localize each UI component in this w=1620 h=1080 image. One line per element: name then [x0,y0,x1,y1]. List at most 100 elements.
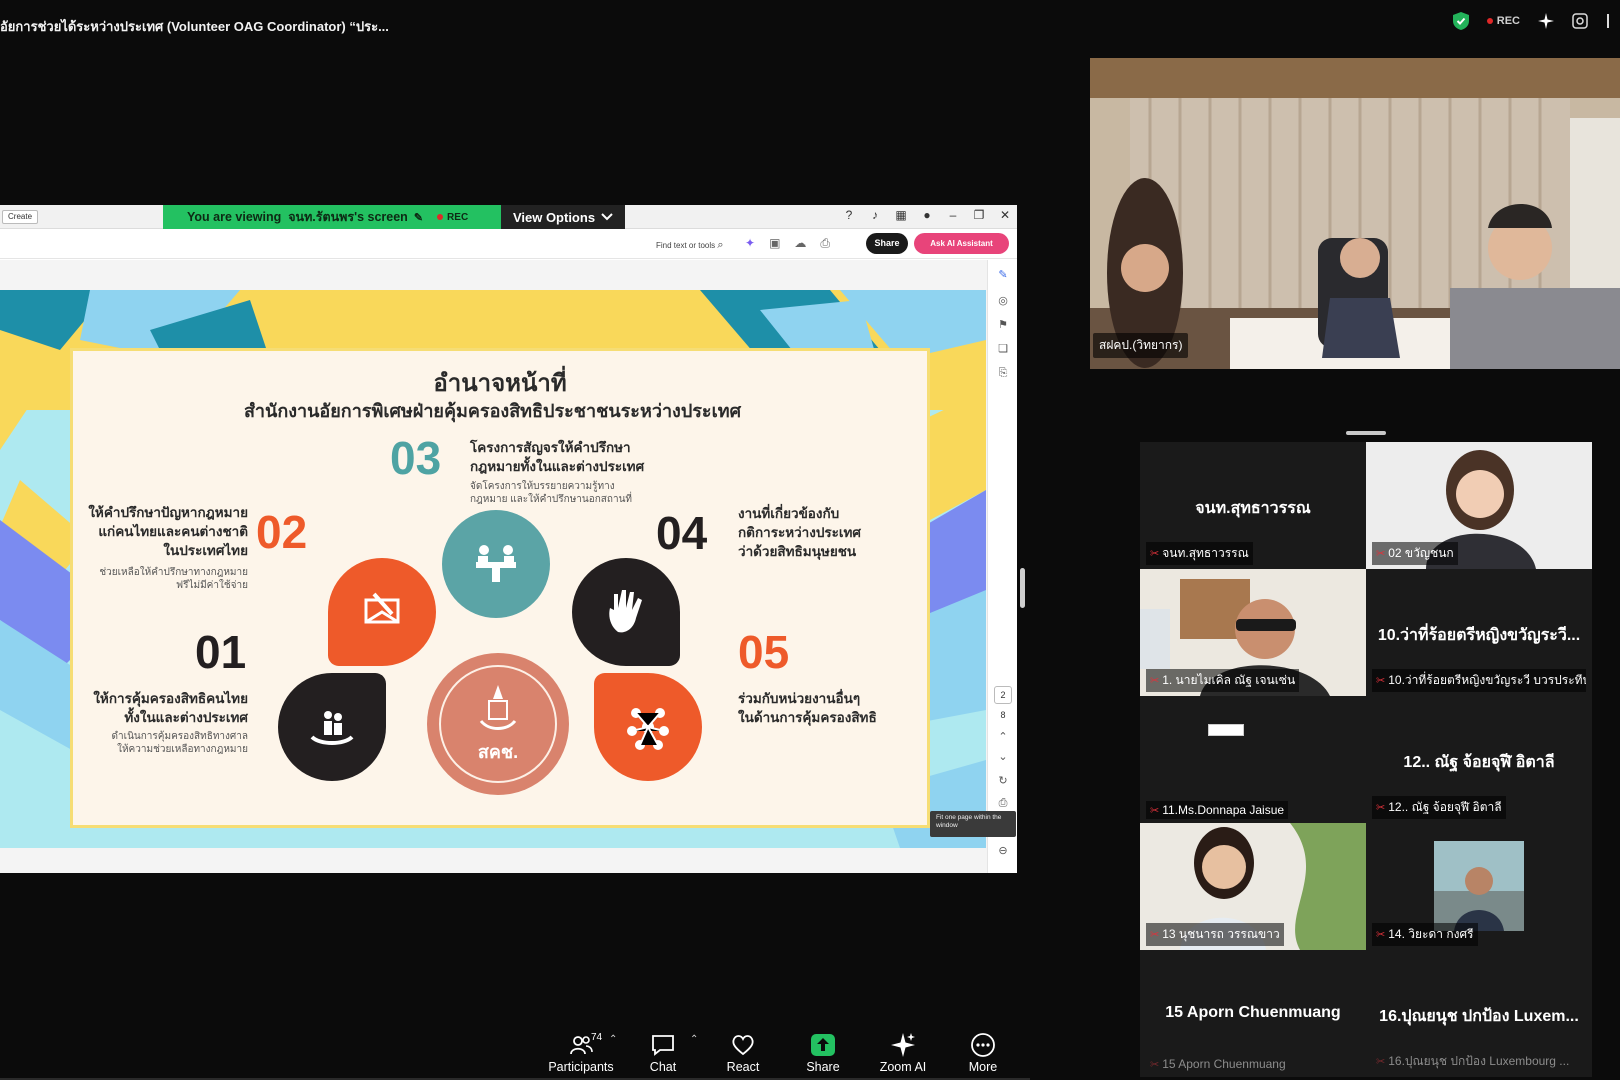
participants-button[interactable]: 74 Participants [545,1032,617,1074]
gallery-resize-handle[interactable] [1346,431,1386,435]
zoom-out-icon[interactable]: ⊖ [996,844,1010,858]
restore-icon[interactable]: ❐ [973,208,985,222]
participant-tile[interactable]: จนท.สุทธาวรรณ ✂ จนท.สุทธาวรรณ [1140,442,1366,569]
participant-display-name: 12.. ณัฐ จ้อยจุฬี อิตาลี [1403,754,1555,771]
react-label: React [726,1060,760,1074]
pdf-share-button[interactable]: Share [866,233,908,254]
zoom-ai-button[interactable]: Zoom AI [867,1032,939,1074]
encryption-shield-icon[interactable] [1452,12,1469,30]
heart-icon [732,1035,754,1056]
item-05-number: 05 [738,626,790,678]
item-01-description: ดำเนินการคุ้มครองสิทธิทางศาล ให้ความช่วย… [40,730,248,756]
meeting-controls-bar: 74 Participants ⌃ Chat ⌃ React Share Zoo… [0,1028,1030,1080]
zoom-ai-label: Zoom AI [879,1060,927,1074]
chat-caret-icon[interactable]: ⌃ [690,1034,698,1045]
mic-muted-icon: ✂ [1376,548,1386,560]
participant-tag-label: 16.ปุณยนุช ปกป้อง Luxembourg ... [1388,1054,1570,1068]
attachments-icon[interactable]: ⎘ [996,366,1010,380]
law-book-icon [328,558,436,666]
participant-tile[interactable]: ✂ 14. วิยะดา กงศรี [1366,823,1592,950]
edit-pdf-icon[interactable]: ✎ [996,268,1010,282]
participant-name-tag: ✂ จนท.สุทธาวรรณ [1146,542,1253,565]
participants-caret-icon[interactable]: ⌃ [609,1034,617,1045]
search-icon: ⌕ [717,239,724,251]
apps-icon[interactable] [1572,13,1588,29]
splitter-handle[interactable] [1020,568,1025,608]
profile-icon[interactable]: ● [921,208,933,222]
item-01-heading-line-2: ทั้งในและต่างประเทศ [124,710,248,725]
participant-tile[interactable]: 10.ว่าที่ร้อยตรีหญิงขวัญระวี... ✂ 10.ว่าท… [1366,569,1592,696]
comment-icon[interactable]: ◎ [996,294,1010,308]
participant-tile[interactable]: ✂ 13 นุชนารถ วรรณขาว [1140,823,1366,950]
current-page-input[interactable]: 2 [994,686,1012,704]
item-02-heading-line-3: ในประเทศไทย [163,543,248,558]
item-03-desc-line-2: กฎหมาย และให้คำปรึกษานอกสถานที่ [470,494,633,505]
share-screen-icon [811,1034,835,1056]
participant-name-tag: ✂ 13 นุชนารถ วรรณขาว [1146,923,1284,946]
page-up-icon[interactable]: ⌃ [996,730,1010,744]
ask-ai-assistant-button[interactable]: Ask AI Assistant [914,233,1009,254]
close-icon[interactable]: ✕ [999,208,1011,222]
shared-screen-area: Create You are viewing จนท.รัตนพร's scre… [0,48,1028,1028]
bell-icon[interactable]: ♪ [869,208,881,222]
page-down-icon[interactable]: ⌄ [996,750,1010,764]
item-03-heading-line-1: โครงการสัญจรให้คำปรึกษา [470,440,631,455]
participant-tile[interactable]: 12.. ณัฐ จ้อยจุฬี อิตาลี ✂ 12.. ณัฐ จ้อยจ… [1366,696,1592,823]
participant-tile[interactable]: ✂ 11.Ms.Donnapa Jaisue [1140,696,1366,823]
participant-tag-label: 10.ว่าที่ร้อยตรีหญิงขวัญระวี บวรประทีป..… [1388,673,1586,687]
top-right-indicators: REC [1452,12,1616,30]
participant-display-name: 16.ปุณยนุช ปกป้อง Luxem... [1379,1008,1579,1025]
rotate-icon[interactable]: ↻ [996,774,1010,788]
print-icon[interactable]: ⎙ [820,236,830,251]
fit-page-tooltip: Fit one page within the window [930,811,1016,837]
upload-icon[interactable]: ☁ [794,236,806,251]
rec-dot-icon [1486,18,1493,24]
participant-name-tag: ✂ 11.Ms.Donnapa Jaisue [1146,801,1289,819]
recording-indicator[interactable]: REC [1486,15,1520,27]
sparkle-icon[interactable] [1538,13,1554,29]
mic-muted-icon: ✂ [1150,804,1160,817]
participant-gallery: จนท.สุทธาวรรณ ✂ จนท.สุทธาวรรณ ✂ 02 ขวัญชนก… [1140,442,1593,1077]
viewing-banner: You are viewing จนท.รัตนพร's screen ✎ RE… [163,205,501,229]
item-02-heading-line-1: ให้คำปรึกษาปัญหากฎหมาย [88,505,248,520]
more-button[interactable]: More [947,1032,1019,1074]
view-options-button[interactable]: View Options [501,205,625,229]
save-icon[interactable]: ▣ [769,236,780,251]
chat-button[interactable]: Chat [627,1032,699,1074]
item-01-heading-line-1: ให้การคุ้มครองสิทธิคนไทย [93,691,248,706]
mic-muted-icon: ✂ [1376,1056,1386,1068]
participant-tile[interactable]: 16.ปุณยนุช ปกป้อง Luxem... ✂ 16.ปุณยนุช ป… [1366,950,1592,1077]
pages-icon[interactable]: ❏ [996,342,1010,356]
participant-name-tag: ✂ 12.. ณัฐ จ้อยจุฬี อิตาลี [1372,796,1506,819]
find-tools-search[interactable]: Find text or tools ⌕ [656,239,724,252]
bookmark-icon[interactable]: ⚑ [996,318,1010,332]
mic-muted-icon: ✂ [1150,548,1160,560]
banner-rec-label: REC [447,211,469,223]
minimize-icon[interactable]: – [947,208,959,222]
create-button[interactable]: Create [2,210,39,224]
participant-tile[interactable]: ✂ 02 ขวัญชนก [1366,442,1592,569]
protecting-hands-icon [278,673,386,781]
participant-tag-label: 11.Ms.Donnapa Jaisue [1162,803,1285,817]
mic-muted-icon: ✂ [1150,1058,1160,1071]
participant-name-tag: ✂ 1. นายไมเคิล ณัฐ เจนเซ่น [1146,669,1300,692]
item-05-heading-line-1: ร่วมกับหน่วยงานอื่นๆ [738,691,861,706]
speaker-name-tag: สฝคป.(วิทยากร) [1093,333,1189,358]
item-02-number: 02 [256,506,308,558]
fullscreen-icon[interactable] [1606,13,1616,29]
grid-icon[interactable]: ▦ [895,208,907,222]
pdf-right-rail: ✎ ◎ ⚑ ❏ ⎘ 2 8 ⌃ ⌄ ↻ ⎙ ⊖ [987,260,1017,873]
banner-rec-dot-icon [437,214,444,220]
participant-tile[interactable]: 15 Aporn Chuenmuang ✂ 15 Aporn Chuenmuang [1140,950,1366,1077]
ai-tools-icon[interactable]: ✦ [745,236,755,251]
active-speaker-video[interactable]: สฝคป.(วิทยากร) [1090,58,1620,369]
share-screen-button[interactable]: Share [787,1032,859,1074]
participant-tile[interactable]: ✂ 1. นายไมเคิล ณัฐ เจนเซ่น [1140,569,1366,696]
item-04-heading: งานที่เกี่ยวข้องกับ กติการะหว่างประเทศ ว… [738,504,861,561]
participant-display-name: 10.ว่าที่ร้อยตรีหญิงขวัญระวี... [1377,627,1581,644]
react-button[interactable]: React [707,1032,779,1074]
help-icon[interactable]: ? [843,208,855,222]
mic-muted-icon: ✂ [1376,802,1386,814]
participant-video-thumbnail [1208,724,1244,736]
fit-page-icon[interactable]: ⎙ [996,796,1010,810]
